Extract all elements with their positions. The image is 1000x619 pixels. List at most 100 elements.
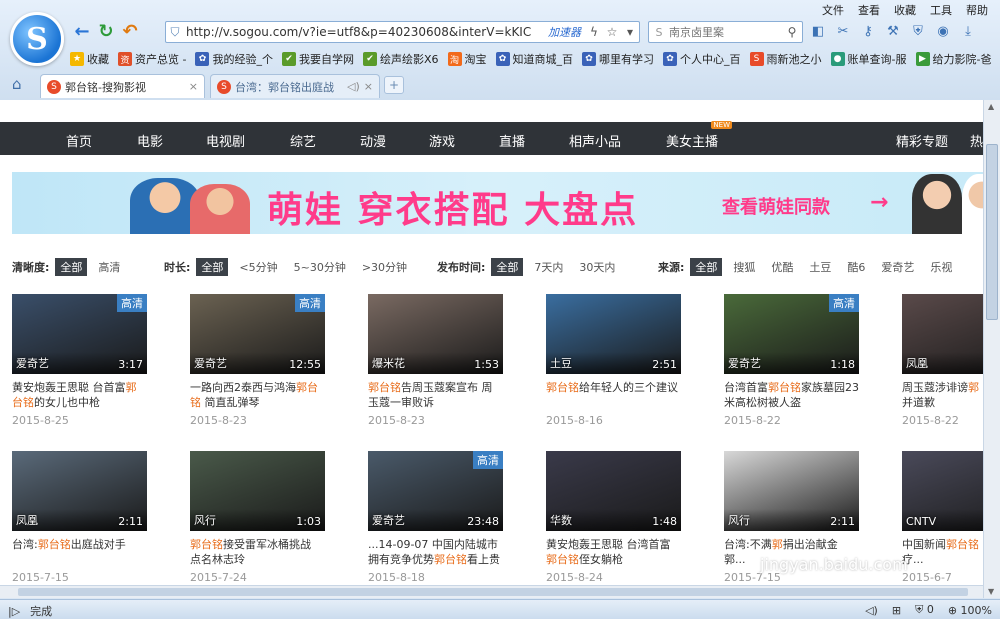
video-thumbnail[interactable]: 华数 1:48 [546,451,681,531]
speaker-icon[interactable]: ◁) [347,80,360,93]
favorite-item[interactable]: ✿ 哪里有学习 [582,51,654,67]
filter-option[interactable]: 土豆 [804,258,836,276]
video-title[interactable]: 一路向西2泰西与鸿海郭台铭 简直乱弹琴 [190,380,325,410]
video-thumbnail[interactable]: 高清 爱奇艺 23:48 [368,451,503,531]
new-tab-button[interactable]: + [384,76,404,94]
favorite-item[interactable]: ▶ 给力影院-爸 [915,51,991,67]
video-card[interactable]: 风行 1:03 郭台铭接受雷军冰桶挑战 点名林志玲 2015-7-24 [190,451,325,584]
device-icon[interactable]: ⊞ [892,604,901,617]
video-thumbnail[interactable]: 高清 爱奇艺 1:18 [724,294,859,374]
nav-anime[interactable]: 动漫 [360,131,386,150]
video-title[interactable]: 黄安炮轰王思聪 台首富郭台铭的女儿也中枪 [12,380,147,410]
refresh-icon[interactable]: ↻ [94,20,118,42]
video-thumbnail[interactable]: 爆米花 1:53 [368,294,503,374]
video-card[interactable]: 土豆 2:51 郭台铭给年轻人的三个建议 2015-8-16 [546,294,681,427]
search-icon[interactable]: ⚲ [782,25,802,39]
video-thumbnail[interactable]: 风行 2:11 [724,451,859,531]
filter-option[interactable]: 全部 [55,258,88,276]
nav-home[interactable]: 首页 [66,131,92,150]
filter-option[interactable]: 酷6 [842,258,870,276]
video-thumbnail[interactable]: 凤凰 [902,294,983,374]
video-title[interactable]: 郭台铭接受雷军冰桶挑战 点名林志玲 [190,537,325,567]
panel-toggle-icon[interactable]: |▷ [8,605,20,618]
promo-banner[interactable]: 萌娃 穿衣搭配 大盘点 查看萌娃同款 → [12,172,983,234]
close-icon[interactable]: × [364,80,373,93]
zoom-control[interactable]: ⊕ 100% [948,604,992,617]
video-card[interactable]: 华数 1:48 黄安炮轰王思聪 台湾首富郭台铭侄女躺枪 2015-8-24 [546,451,681,584]
menu-file[interactable]: 文件 [822,2,844,18]
nav-movies[interactable]: 电影 [137,131,163,150]
address-url[interactable]: http://v.sogou.com/v?ie=utf8&p=40230608&… [184,25,544,39]
back-arrow-icon[interactable]: ← [70,20,94,42]
video-card[interactable]: 高清 爱奇艺 1:18 台湾首富郭台铭家族墓园23米高松树被人盗 2015-8-22 [724,294,859,427]
shield-count[interactable]: ⛨ 0 [915,603,934,617]
scissors-icon[interactable]: ✂ [833,21,853,41]
video-card[interactable]: 高清 爱奇艺 23:48 ...14-09-07 中国内陆城市拥有竞争优势郭台铭看上贵… [368,451,503,584]
favorite-item[interactable]: ✿ 我的经验_个 [195,51,273,67]
filter-option[interactable]: 优酷 [766,258,798,276]
filter-option[interactable]: 乐视 [925,258,957,276]
filter-option[interactable]: <5分钟 [234,258,282,276]
video-thumbnail[interactable]: 土豆 2:51 [546,294,681,374]
favorite-item[interactable]: 资资产总览 - [118,51,186,67]
video-title[interactable]: 郭台铭告周玉蔻案宣布 周玉蔻一审败诉 [368,380,503,410]
search-input[interactable] [669,25,782,39]
video-card[interactable]: 凤凰 2:11 台湾:郭台铭出庭战对手 2015-7-15 [12,451,147,584]
video-thumbnail[interactable]: 风行 1:03 [190,451,325,531]
video-title[interactable]: 黄安炮轰王思聪 台湾首富郭台铭侄女躺枪 [546,537,681,567]
menu-help[interactable]: 帮助 [966,2,988,18]
filter-option[interactable]: 5~30分钟 [289,258,351,276]
filter-option[interactable]: 30天内 [574,258,620,276]
favorite-item[interactable]: S 雨新池之小 [749,51,822,67]
favorite-item[interactable]: ✿ 知道商城_百 [495,51,573,67]
filter-option[interactable]: 搜狐 [728,258,760,276]
scroll-thumb[interactable] [986,144,998,320]
lightning-icon[interactable]: ϟ [585,25,603,39]
menu-favorites[interactable]: 收藏 [894,2,916,18]
filter-option[interactable]: 爱奇艺 [876,258,919,276]
tab-active[interactable]: S 郭台铭-搜狗影视 × [40,74,205,98]
menu-view[interactable]: 查看 [858,2,880,18]
nav-live[interactable]: 直播 [499,131,525,150]
filter-option[interactable]: 高清 [93,258,125,276]
accelerator-link[interactable]: 加速器 [544,24,585,40]
favorite-item[interactable]: ★ 收藏 [70,51,109,67]
favorite-item[interactable]: 淘淘宝 [447,51,487,67]
filter-option[interactable]: 全部 [690,258,723,276]
wrench-icon[interactable]: ⚒ [883,21,903,41]
vertical-scrollbar[interactable]: ▲ ▼ [983,100,1000,598]
home-icon[interactable]: ⌂ [12,75,22,93]
favorite-item[interactable]: ● 账单查询-服 [830,51,907,67]
filter-option[interactable]: 全部 [196,258,229,276]
video-title[interactable]: 台湾:郭台铭出庭战对手 [12,537,147,567]
video-title[interactable]: 周玉蔻涉诽谤郭 200万台币并道歉 [902,380,983,410]
video-thumbnail[interactable]: 高清 爱奇艺 12:55 [190,294,325,374]
video-thumbnail[interactable]: 凤凰 2:11 [12,451,147,531]
video-card[interactable]: 爆米花 1:53 郭台铭告周玉蔻案宣布 周玉蔻一审败诉 2015-8-23 [368,294,503,427]
undo-icon[interactable]: ↶ [118,20,142,42]
nav-topics[interactable]: 精彩专题 [896,131,948,150]
video-thumbnail[interactable]: 高清 爱奇艺 3:17 [12,294,147,374]
nav-crosstalk[interactable]: 相声小品 [569,131,621,150]
search-box[interactable]: S ⚲ [648,21,803,43]
favorite-item[interactable]: ✿ 个人中心_百 [663,51,741,67]
video-title[interactable]: ...14-09-07 中国内陆城市拥有竞争优势郭台铭看上贵州 [368,537,503,567]
video-title[interactable]: 郭台铭给年轻人的三个建议 [546,380,681,410]
favorite-item[interactable]: ✔ 绘声绘影X6 [362,51,439,67]
video-card[interactable]: 高清 爱奇艺 12:55 一路向西2泰西与鸿海郭台铭 简直乱弹琴 2015-8-23 [190,294,325,427]
video-card[interactable]: CNTV 中国新闻郭台铭 高捐义 医疗... 2015-6-7 [902,451,983,584]
nav-hot[interactable]: 热 [970,131,983,150]
sidebar-icon[interactable]: ◧ [808,21,828,41]
chevron-down-icon[interactable]: ▾ [621,25,639,39]
key-icon[interactable]: ⚷ [858,21,878,41]
horizontal-scrollbar[interactable] [0,585,983,598]
sogou-browser-logo-icon[interactable]: S [10,12,64,66]
nav-hosts[interactable]: 美女主播 NEW [666,121,733,150]
address-bar[interactable]: ⛉ http://v.sogou.com/v?ie=utf8&p=4023060… [165,21,640,43]
favorite-item[interactable]: ✔ 我要自学网 [281,51,354,67]
shield-check-icon[interactable]: ⛨ [908,21,928,41]
search-engine-icon[interactable]: S [649,26,669,39]
video-title[interactable]: 中国新闻郭台铭 高捐义 医疗... [902,537,983,567]
scroll-thumb[interactable] [18,588,968,596]
scroll-down-icon[interactable]: ▼ [988,587,994,596]
